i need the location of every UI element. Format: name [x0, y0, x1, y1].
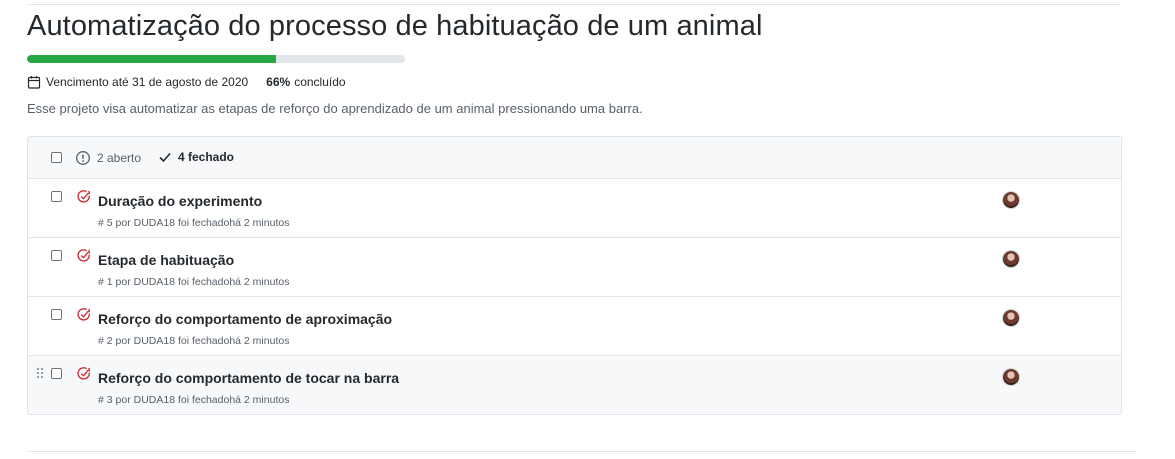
milestone-description: Esse projeto visa automatizar as etapas … [27, 101, 643, 116]
issue-title-link[interactable]: Duração do experimento [98, 193, 262, 209]
issue-opened-icon [76, 151, 90, 165]
issue-closed-icon [77, 308, 91, 321]
progress-bar-fill [27, 55, 277, 63]
issue-row[interactable]: Etapa de habituação # 1 por DUDA18 foi f… [28, 238, 1121, 297]
progress-bar [27, 55, 405, 63]
percent-complete-label: concluído [294, 75, 346, 89]
issue-meta: # 2 por DUDA18 foi fechadohá 2 minutos [98, 335, 290, 347]
assignee-avatar[interactable] [1002, 250, 1020, 268]
closed-issues-count: 4 fechado [178, 150, 235, 164]
issue-row[interactable]: Reforço do comportamento de tocar na bar… [28, 356, 1121, 414]
issue-title-link[interactable]: Reforço do comportamento de aproximação [98, 311, 392, 327]
top-divider [27, 4, 1120, 5]
issues-list: 2 aberto 4 fechado Duração do experiment… [27, 136, 1122, 415]
check-icon [159, 152, 171, 163]
issue-title-link[interactable]: Reforço do comportamento de tocar na bar… [98, 370, 399, 386]
milestone-title: Automatização do processo de habituação … [27, 10, 763, 42]
select-all-checkbox[interactable] [51, 152, 62, 163]
closed-issues-filter[interactable]: 4 fechado [158, 150, 234, 164]
grabber-icon[interactable] [37, 368, 43, 378]
issue-row[interactable]: Reforço do comportamento de aproximação … [28, 297, 1121, 356]
assignee-avatar[interactable] [1002, 368, 1020, 386]
issues-list-header: 2 aberto 4 fechado [28, 137, 1121, 179]
issue-checkbox[interactable] [51, 250, 62, 261]
open-issues-filter[interactable]: 2 aberto [75, 150, 141, 166]
milestone-meta: Vencimento até 31 de agosto de 2020 66% … [27, 74, 346, 90]
issue-checkbox[interactable] [51, 191, 62, 202]
assignee-avatar[interactable] [1002, 191, 1020, 209]
issue-checkbox[interactable] [51, 368, 62, 379]
open-issues-count: 2 aberto [97, 151, 142, 165]
issue-closed-icon [77, 367, 91, 380]
issue-meta: # 3 por DUDA18 foi fechadohá 2 minutos [98, 394, 290, 406]
percent-complete: 66% [266, 75, 291, 89]
issue-closed-icon [77, 190, 91, 203]
bottom-divider [27, 451, 1137, 452]
issue-row[interactable]: Duração do experimento # 5 por DUDA18 fo… [28, 179, 1121, 238]
issue-checkbox[interactable] [51, 309, 62, 320]
assignee-avatar[interactable] [1002, 309, 1020, 327]
issue-title-link[interactable]: Etapa de habituação [98, 252, 234, 268]
issue-meta: # 5 por DUDA18 foi fechadohá 2 minutos [98, 217, 290, 229]
calendar-icon [27, 75, 41, 89]
issue-meta: # 1 por DUDA18 foi fechadohá 2 minutos [98, 276, 290, 288]
issue-closed-icon [77, 249, 91, 262]
due-date: Vencimento até 31 de agosto de 2020 [46, 75, 249, 89]
